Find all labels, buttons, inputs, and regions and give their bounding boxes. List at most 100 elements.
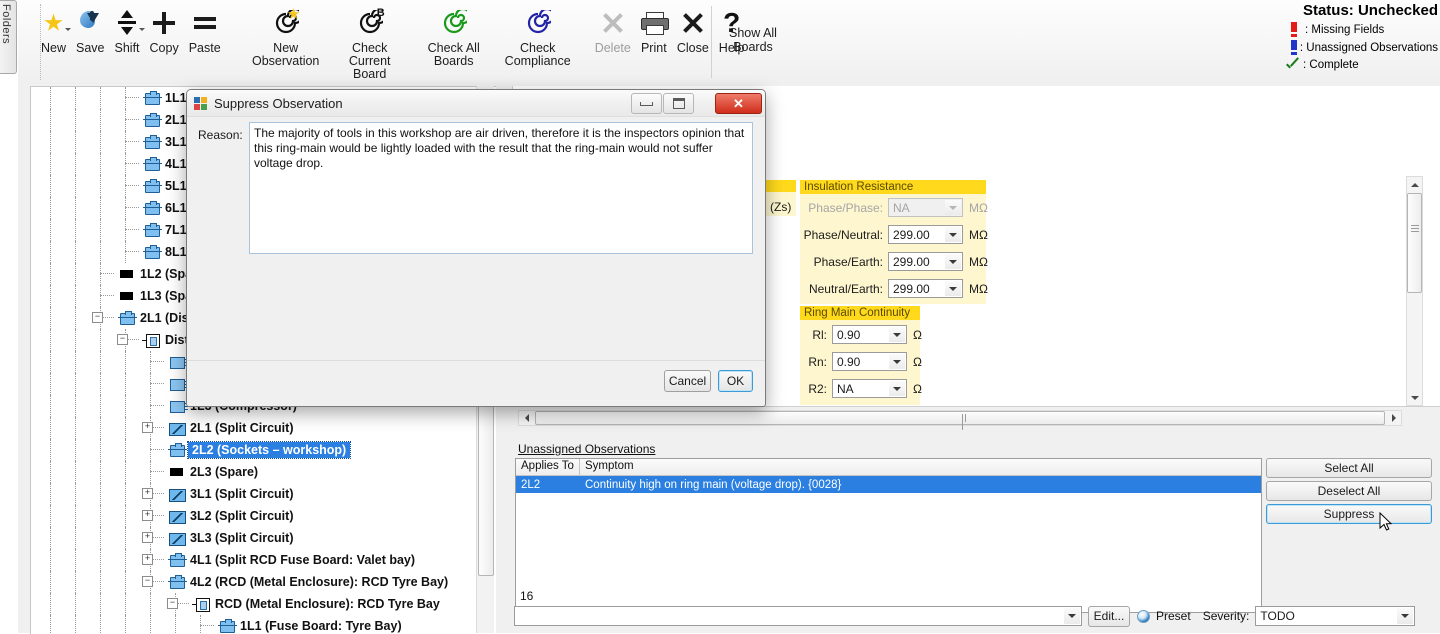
form-horizontal-scrollbar[interactable]: [518, 410, 1402, 430]
input-phase-neutral[interactable]: 299.00: [888, 225, 963, 244]
observations-table-header: Applies To Symptom: [516, 459, 1261, 476]
toolbar-label-save: Save: [76, 41, 105, 55]
deselect-all-button[interactable]: Deselect All: [1266, 481, 1432, 501]
expand-icon[interactable]: +: [142, 554, 153, 565]
field-row-phase-phase: Phase/Phase: NA MΩ: [795, 197, 988, 218]
toolbar-button-new-observation[interactable]: New Observation: [244, 2, 328, 68]
toolbar-button-check-compliance[interactable]: Check Compliance: [496, 2, 580, 68]
chevron-down-icon[interactable]: [889, 327, 905, 342]
tree-guide-line: [100, 87, 101, 109]
toolbar-button-show-all-boards[interactable]: Show All Boards: [718, 26, 788, 54]
form-vertical-scrollbar[interactable]: [1406, 176, 1423, 406]
edit-button[interactable]: Edit...: [1088, 605, 1130, 627]
input-rl[interactable]: 0.90: [832, 325, 907, 344]
chevron-down-icon[interactable]: [889, 354, 905, 369]
toolbar-button-print[interactable]: Print: [636, 2, 672, 55]
toolbar-button-shift[interactable]: Shift: [110, 2, 145, 55]
input-neutral-earth[interactable]: 299.00: [888, 279, 963, 298]
tree-guide-line: [75, 571, 76, 593]
collapse-icon[interactable]: −: [142, 576, 153, 587]
input-rn[interactable]: 0.90: [832, 352, 907, 371]
tree-guide-line: [50, 417, 51, 439]
chevron-down-icon[interactable]: [1064, 608, 1080, 624]
severity-select[interactable]: TODO: [1255, 606, 1416, 626]
tree-node[interactable]: +4L1 (Split RCD Fuse Board: Valet bay): [31, 549, 496, 571]
tree-node[interactable]: +2L1 (Split Circuit): [31, 417, 496, 439]
minimize-icon: [640, 101, 653, 106]
dialog-title-bar[interactable]: Suppress Observation ✕: [187, 90, 765, 117]
toolbar-button-check-all-boards[interactable]: Check All Boards: [412, 2, 496, 68]
expand-icon[interactable]: +: [142, 510, 153, 521]
toolbar-button-check-current-board[interactable]: B Check Current Board: [328, 2, 412, 81]
tree-guide-line: [100, 175, 101, 197]
tree-node[interactable]: +3L3 (Split Circuit): [31, 527, 496, 549]
expand-icon[interactable]: +: [142, 422, 153, 433]
collapse-icon[interactable]: −: [117, 334, 128, 345]
cancel-button[interactable]: Cancel: [664, 370, 711, 392]
chevron-down-icon[interactable]: [1397, 608, 1414, 624]
expand-icon[interactable]: +: [142, 532, 153, 543]
tree-guide-line: [100, 153, 101, 175]
chevron-down-icon[interactable]: [889, 381, 905, 396]
chevron-down-icon[interactable]: [945, 200, 961, 215]
close-button[interactable]: ✕: [715, 93, 762, 114]
tree-guide-line: [50, 131, 51, 153]
folders-side-tab[interactable]: Folders: [0, 0, 17, 74]
tree-node[interactable]: − RCD (Metal Enclosure): RCD Tyre Bay: [31, 593, 496, 615]
scroll-down-arrow-icon[interactable]: [1407, 390, 1422, 405]
toolbar-button-copy[interactable]: Copy: [145, 2, 184, 55]
chevron-down-icon[interactable]: [945, 227, 961, 242]
legend-label-missing-fields: : Missing Fields: [1305, 23, 1385, 36]
tree-guide-line: [125, 395, 126, 417]
observations-table[interactable]: Applies To Symptom 2L2 Continuity high o…: [515, 458, 1262, 613]
reason-textarea[interactable]: The majority of tools in this workshop a…: [249, 122, 753, 254]
value-phase-phase: NA: [893, 200, 910, 215]
tree-node[interactable]: 2L3 (Spare): [31, 461, 496, 483]
minimize-button[interactable]: [631, 93, 662, 114]
scroll-right-arrow-icon[interactable]: [1386, 411, 1401, 425]
table-row[interactable]: 2L2 Continuity high on ring main (voltag…: [516, 476, 1261, 493]
chevron-down-icon[interactable]: [945, 281, 961, 296]
tree-elbow-line: [125, 163, 139, 164]
tree-node[interactable]: 1L1 (Fuse Board: Tyre Bay): [31, 615, 496, 634]
input-r2[interactable]: NA: [832, 379, 907, 398]
tree-elbow-line: [125, 229, 139, 230]
tree-elbow-line: [125, 207, 139, 208]
tree-guide-line: [50, 549, 51, 571]
collapse-icon[interactable]: −: [167, 598, 178, 609]
tree-node[interactable]: 2L2 (Sockets – workshop): [31, 439, 496, 461]
tree-scroll-thumb[interactable]: [478, 394, 494, 576]
ok-button[interactable]: OK: [718, 370, 753, 392]
toolbar-button-close[interactable]: Close: [672, 2, 714, 55]
column-header-applies-to[interactable]: Applies To: [516, 459, 580, 475]
input-phase-earth[interactable]: 299.00: [888, 252, 963, 271]
toolbar-button-new[interactable]: New: [36, 2, 72, 55]
toolbar-label-paste: Paste: [188, 41, 221, 55]
select-all-button[interactable]: Select All: [1266, 458, 1432, 478]
column-header-symptom[interactable]: Symptom: [580, 459, 1261, 475]
scroll-left-arrow-icon[interactable]: [519, 411, 534, 425]
preset-radio[interactable]: [1137, 609, 1150, 623]
tree-guide-line: [75, 351, 76, 373]
unit-rl: Ω: [913, 327, 922, 342]
input-phase-phase[interactable]: NA: [888, 198, 963, 217]
chevron-down-icon[interactable]: [945, 254, 961, 269]
star-icon: [44, 6, 63, 40]
expand-icon[interactable]: +: [142, 488, 153, 499]
maximize-button[interactable]: [663, 93, 694, 114]
toolbar-label-check-compliance: Check Compliance: [504, 41, 571, 68]
tree-node[interactable]: +3L1 (Split Circuit): [31, 483, 496, 505]
collapse-icon[interactable]: −: [92, 312, 103, 323]
suppress-button[interactable]: Suppress: [1266, 504, 1432, 524]
preset-select[interactable]: [514, 606, 1082, 626]
toolbar-button-save[interactable]: Save: [71, 2, 110, 55]
x-icon: [682, 6, 704, 40]
scroll-up-arrow-icon[interactable]: [1407, 177, 1422, 192]
preset-label: Preset: [1156, 609, 1191, 623]
toolbar-button-paste[interactable]: Paste: [184, 2, 226, 55]
form-scroll-thumb[interactable]: [1407, 193, 1422, 293]
tree-guide-line: [75, 329, 76, 351]
tree-guide-line: [100, 461, 101, 483]
tree-node[interactable]: +3L2 (Split Circuit): [31, 505, 496, 527]
tree-node[interactable]: − 4L2 (RCD (Metal Enclosure): RCD Tyre Ba…: [31, 571, 496, 593]
